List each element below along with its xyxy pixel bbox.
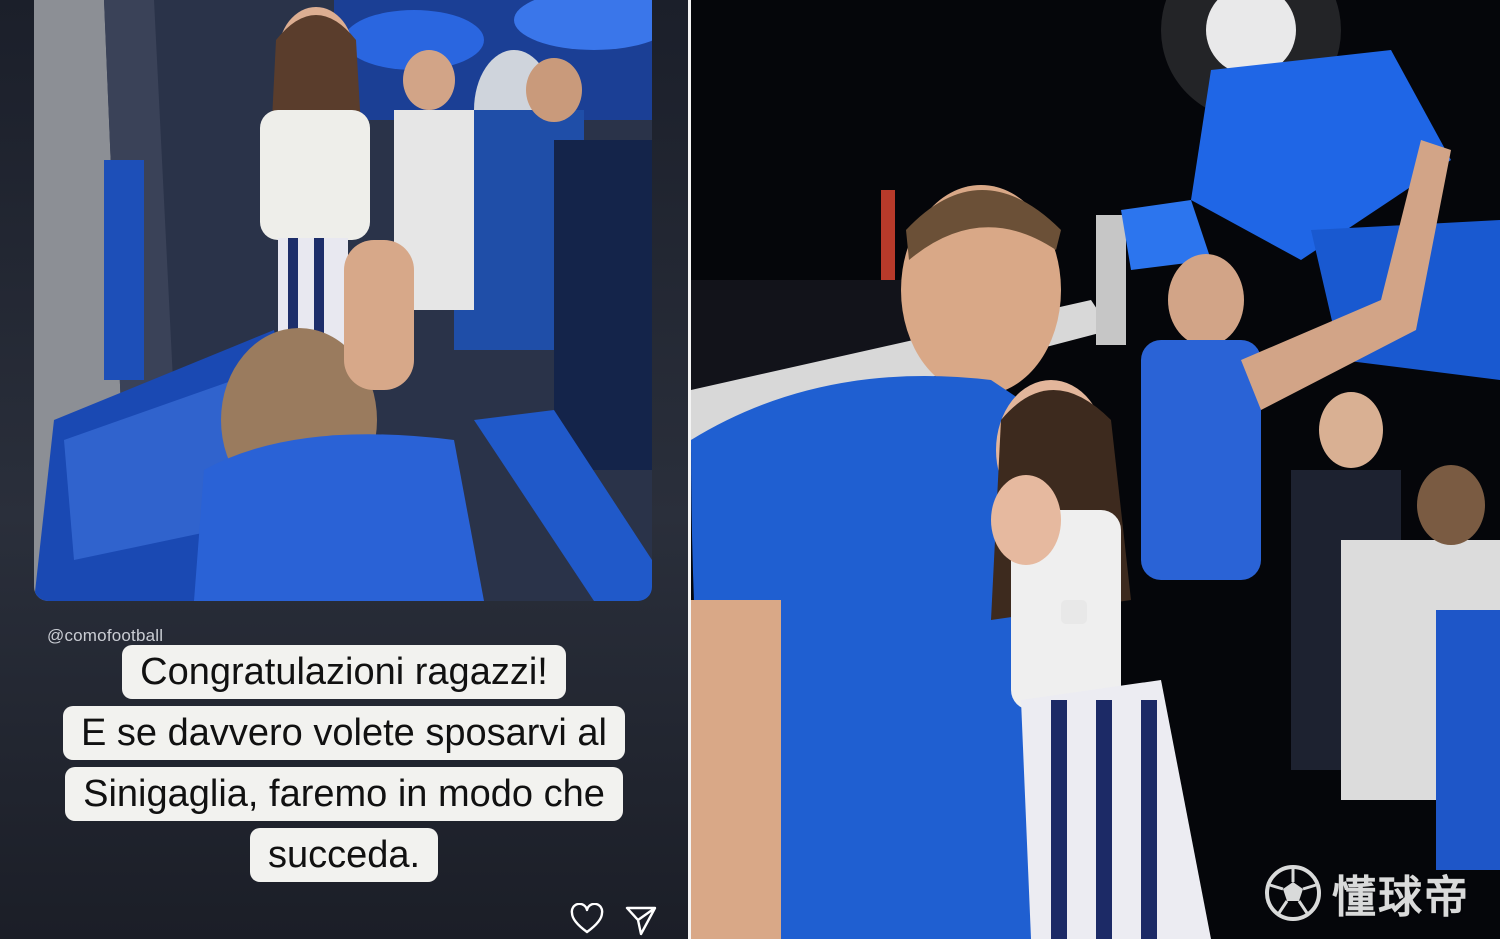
story-photo-proposal bbox=[34, 0, 652, 601]
watermark-text: 懂球帝 bbox=[1332, 872, 1470, 923]
caption-line: Congratulazioni ragazzi! bbox=[0, 642, 688, 703]
story-caption: Congratulazioni ragazzi! E se davvero vo… bbox=[0, 642, 688, 886]
caption-line: E se davvero volete sposarvi al bbox=[0, 703, 688, 764]
proposal-photo-illustration bbox=[34, 0, 652, 601]
soccer-ball-icon bbox=[1265, 865, 1321, 921]
send-icon[interactable] bbox=[624, 903, 658, 937]
screenshot-frame: @comofootball Congratulazioni ragazzi! E… bbox=[0, 0, 1500, 939]
couple-photo: 懂球帝 bbox=[691, 0, 1500, 939]
caption-line: Sinigaglia, faremo in modo che bbox=[0, 764, 688, 825]
heart-icon[interactable] bbox=[570, 903, 604, 937]
caption-line: succeda. bbox=[0, 825, 688, 886]
story-actions bbox=[570, 903, 658, 937]
couple-photo-illustration bbox=[691, 0, 1500, 939]
watermark: 懂球帝 bbox=[1264, 861, 1470, 925]
instagram-story: @comofootball Congratulazioni ragazzi! E… bbox=[0, 0, 688, 939]
